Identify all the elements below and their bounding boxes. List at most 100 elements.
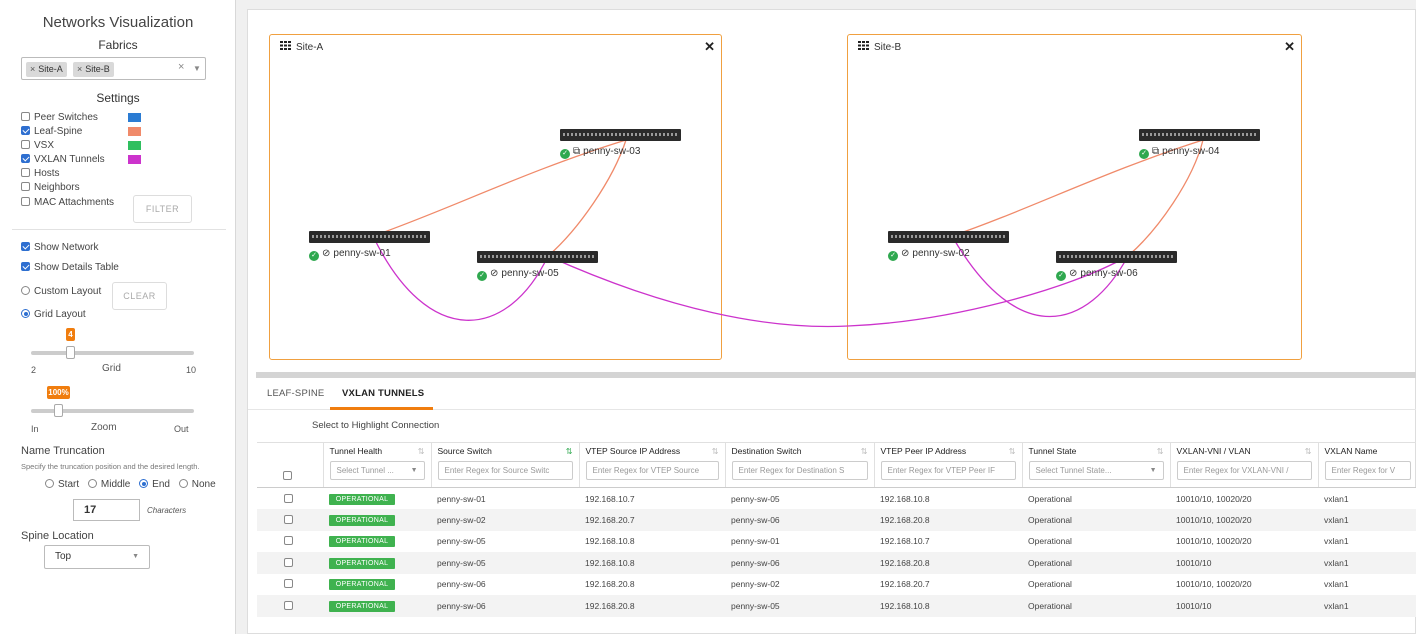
network-canvas[interactable]: Site-A ✕ Site-B ✕ ✓ ⧉ penny-sw-03 ✓ ⊘ penny-…: [248, 10, 1416, 372]
source-switch-filter[interactable]: Enter Regex for Source Switc: [437, 461, 573, 481]
remove-tag-icon[interactable]: ×: [77, 64, 82, 74]
fabric-tag-site-b[interactable]: × Site-B: [73, 62, 114, 77]
status-badge: OPERATIONAL: [329, 579, 395, 591]
sort-icon[interactable]: ⇅: [418, 447, 425, 456]
setting-leaf-spine[interactable]: Leaf-Spine: [21, 125, 82, 138]
custom-layout-radio[interactable]: Custom Layout: [21, 285, 101, 298]
truncation-end-radio[interactable]: End: [139, 479, 170, 490]
grid-slider-handle[interactable]: [66, 346, 75, 359]
show-network-toggle[interactable]: Show Network: [21, 241, 98, 254]
chevron-down-icon[interactable]: ▼: [193, 64, 201, 73]
sort-icon[interactable]: ⇅: [1157, 447, 1164, 456]
grid-slider-track[interactable]: [31, 351, 194, 355]
checkbox[interactable]: [21, 126, 30, 135]
checkbox[interactable]: [21, 262, 30, 271]
remove-tag-icon[interactable]: ×: [30, 64, 35, 74]
radio[interactable]: [178, 479, 188, 488]
clear-icon[interactable]: ×: [178, 61, 184, 73]
node-penny-sw-03[interactable]: ✓ ⧉ penny-sw-03: [560, 146, 640, 159]
switch-icon[interactable]: [1056, 251, 1177, 263]
tunnel-state-filter[interactable]: Select Tunnel State... ▼: [1028, 461, 1164, 481]
node-penny-sw-05[interactable]: ✓ ⊘ penny-sw-05: [477, 268, 559, 281]
truncation-start-radio[interactable]: Start: [45, 479, 79, 490]
truncation-none-radio[interactable]: None: [178, 479, 216, 490]
node-penny-sw-04[interactable]: ✓ ⧉ penny-sw-04: [1139, 146, 1219, 159]
switch-icon[interactable]: [888, 231, 1009, 243]
node-penny-sw-02[interactable]: ✓ ⊘ penny-sw-02: [888, 248, 970, 261]
setting-peer-switches[interactable]: Peer Switches: [21, 111, 98, 124]
grid-layout-radio[interactable]: Grid Layout: [21, 308, 86, 321]
vtep-source-filter[interactable]: Enter Regex for VTEP Source: [585, 461, 719, 481]
table-row[interactable]: OPERATIONAL penny-sw-06 192.168.20.8 penny-…: [257, 595, 1416, 617]
truncation-middle-radio[interactable]: Middle: [87, 479, 130, 490]
row-checkbox[interactable]: [283, 536, 293, 546]
setting-hosts[interactable]: Hosts: [21, 167, 60, 180]
radio[interactable]: [45, 479, 54, 488]
row-checkbox[interactable]: [283, 557, 293, 567]
table-row[interactable]: OPERATIONAL penny-sw-06 192.168.20.8 penny-…: [257, 573, 1416, 595]
filter-button[interactable]: FILTER: [133, 195, 192, 223]
table-cell: Operational: [1022, 552, 1170, 574]
panel-splitter[interactable]: [256, 372, 1416, 378]
column-header[interactable]: VTEP Source IP Address ⇅: [578, 442, 725, 459]
checkbox[interactable]: [21, 242, 30, 251]
column-header[interactable]: VXLAN Name: [1317, 442, 1416, 459]
checkbox[interactable]: [21, 140, 30, 149]
fabrics-multiselect[interactable]: × Site-A × Site-B × ▼: [21, 57, 206, 80]
setting-neighbors[interactable]: Neighbors: [21, 181, 80, 194]
column-header[interactable]: VXLAN-VNI / VLAN ⇅: [1169, 442, 1318, 459]
checkbox[interactable]: [21, 112, 30, 121]
sort-active-icon[interactable]: ⇅: [566, 447, 573, 456]
destination-switch-filter[interactable]: Enter Regex for Destination S: [731, 461, 868, 481]
tab-leaf-spine[interactable]: LEAF-SPINE: [267, 388, 324, 399]
zoom-slider-handle[interactable]: [54, 404, 63, 417]
table-cell: vxlan1: [1318, 552, 1416, 574]
radio[interactable]: [21, 286, 30, 295]
setting-mac-attachments[interactable]: MAC Attachments: [21, 196, 114, 209]
clear-button[interactable]: CLEAR: [112, 282, 167, 310]
sort-icon[interactable]: ⇅: [712, 447, 719, 456]
row-checkbox[interactable]: [283, 579, 293, 589]
tunnel-health-filter[interactable]: Select Tunnel ... ▼: [329, 461, 425, 481]
show-details-table-toggle[interactable]: Show Details Table: [21, 261, 119, 274]
switch-icon[interactable]: [560, 129, 681, 141]
radio[interactable]: [21, 309, 30, 318]
tab-vxlan-tunnels[interactable]: VXLAN TUNNELS: [342, 388, 424, 399]
checkbox[interactable]: [21, 168, 30, 177]
characters-input[interactable]: 17: [73, 499, 140, 521]
row-checkbox[interactable]: [283, 514, 293, 524]
node-penny-sw-06[interactable]: ✓ ⊘ penny-sw-06: [1056, 268, 1138, 281]
sort-icon[interactable]: ⇅: [1305, 447, 1312, 456]
row-checkbox[interactable]: [283, 493, 293, 503]
radio[interactable]: [87, 479, 97, 488]
setting-vsx[interactable]: VSX: [21, 139, 54, 152]
select-all-checkbox[interactable]: [283, 471, 293, 480]
checkbox[interactable]: [21, 197, 30, 206]
status-badge: OPERATIONAL: [329, 536, 395, 548]
radio[interactable]: [139, 479, 149, 488]
setting-vxlan-tunnels[interactable]: VXLAN Tunnels: [21, 153, 105, 166]
spine-location-select[interactable]: Top ▼: [44, 545, 150, 569]
column-header[interactable]: Source Switch ⇅: [430, 442, 579, 459]
column-header[interactable]: Tunnel Health ⇅: [322, 442, 431, 459]
sort-icon[interactable]: ⇅: [1009, 447, 1016, 456]
row-checkbox[interactable]: [283, 600, 293, 610]
column-header[interactable]: VTEP Peer IP Address ⇅: [873, 442, 1022, 459]
switch-icon[interactable]: [309, 231, 430, 243]
vtep-peer-filter[interactable]: Enter Regex for VTEP Peer IF: [880, 461, 1016, 481]
checkbox[interactable]: [21, 154, 30, 163]
column-header[interactable]: Destination Switch ⇅: [724, 442, 874, 459]
table-row[interactable]: OPERATIONAL penny-sw-01 192.168.10.7 penny-…: [257, 487, 1416, 509]
table-row[interactable]: OPERATIONAL penny-sw-05 192.168.10.8 penny-…: [257, 552, 1416, 574]
table-row[interactable]: OPERATIONAL penny-sw-05 192.168.10.8 penny-…: [257, 530, 1416, 552]
sort-icon[interactable]: ⇅: [861, 447, 868, 456]
node-penny-sw-01[interactable]: ✓ ⊘ penny-sw-01: [309, 248, 391, 261]
vni-vlan-filter[interactable]: Enter Regex for VXLAN-VNI /: [1176, 461, 1312, 481]
table-row[interactable]: OPERATIONAL penny-sw-02 192.168.20.7 penny-…: [257, 509, 1416, 531]
checkbox[interactable]: [21, 182, 30, 191]
vxlan-name-filter[interactable]: Enter Regex for V: [1324, 461, 1411, 481]
column-header[interactable]: Tunnel State ⇅: [1021, 442, 1170, 459]
switch-icon[interactable]: [1139, 129, 1260, 141]
switch-icon[interactable]: [477, 251, 598, 263]
fabric-tag-site-a[interactable]: × Site-A: [26, 62, 67, 77]
